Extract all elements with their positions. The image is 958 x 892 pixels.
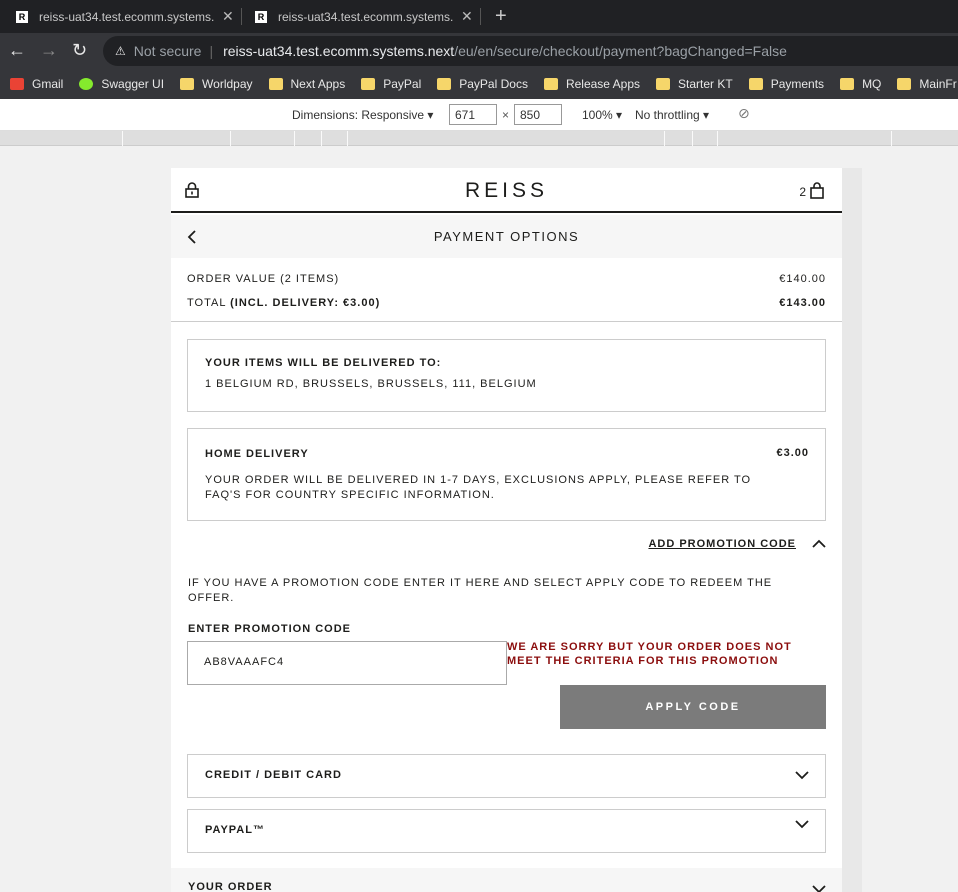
media-query-ruler xyxy=(0,131,958,146)
new-tab-icon[interactable]: + xyxy=(495,5,507,28)
security-label: Not secure xyxy=(133,43,202,59)
reiss-favicon-icon: R xyxy=(255,10,267,23)
bookmarks-bar: Gmail Swagger UI Worldpay Next Apps PayP… xyxy=(0,69,958,99)
total-value: €143.00 xyxy=(779,297,826,309)
chevron-down-icon xyxy=(812,885,826,892)
forward-icon[interactable]: → xyxy=(40,40,58,61)
browser-tab-1[interactable]: R reiss-uat34.test.ecomm.systems.n ✕ xyxy=(16,0,234,33)
folder-icon xyxy=(361,78,376,90)
back-icon[interactable]: ← xyxy=(8,40,26,61)
gmail-icon xyxy=(10,78,24,90)
payment-method-card[interactable]: CREDIT / DEBIT CARD xyxy=(187,754,826,798)
order-summary: ORDER VALUE (2 ITEMS) €140.00 TOTAL (INC… xyxy=(171,258,842,322)
promo-code-label: ENTER PROMOTION CODE xyxy=(188,623,352,635)
zoom-select[interactable]: 100% ▾ xyxy=(582,108,622,122)
home-delivery-price: €3.00 xyxy=(776,447,809,459)
site-header: REISS 2 xyxy=(171,168,842,213)
browser-tab-2[interactable]: R reiss-uat34.test.ecomm.systems.n ✕ xyxy=(255,0,473,33)
device-height-input[interactable]: 850 xyxy=(514,104,562,125)
bookmark-swagger[interactable]: Swagger UI xyxy=(79,77,164,91)
bag-count: 2 xyxy=(799,185,806,199)
folder-icon xyxy=(897,78,912,90)
chevron-down-icon xyxy=(795,820,809,829)
bookmark-next-apps[interactable]: Next Apps xyxy=(268,77,345,91)
home-delivery-heading: HOME DELIVERY xyxy=(205,448,309,460)
rotate-icon[interactable]: ⊘ xyxy=(738,105,750,122)
tab-title: reiss-uat34.test.ecomm.systems.n xyxy=(39,9,214,24)
order-value-label: ORDER VALUE (2 ITEMS) xyxy=(187,273,340,285)
close-tab-icon[interactable]: ✕ xyxy=(222,8,234,25)
browser-toolbar: ← → ↻ ⚠ Not secure | reiss-uat34.test.ec… xyxy=(0,33,958,69)
reload-icon[interactable]: ↻ xyxy=(72,40,87,61)
order-value: €140.00 xyxy=(779,273,826,285)
folder-icon xyxy=(543,78,558,90)
dimensions-select[interactable]: Dimensions: Responsive ▾ xyxy=(292,108,433,122)
home-delivery-card[interactable]: HOME DELIVERY €3.00 YOUR ORDER WILL BE D… xyxy=(187,428,826,521)
bookmark-worldpay[interactable]: Worldpay xyxy=(180,77,253,91)
url-path: /eu/en/secure/checkout/payment?bagChange… xyxy=(454,43,787,59)
page-viewport: REISS 2 PAYMENT OPTIONS ORDER VALUE (2 I… xyxy=(171,168,842,892)
promo-code-input[interactable]: AB8VAAAFC4 xyxy=(187,641,507,685)
device-toolbar: Dimensions: Responsive ▾ 671 × 850 100% … xyxy=(0,99,958,131)
folder-icon xyxy=(437,78,452,90)
bookmark-release-apps[interactable]: Release Apps xyxy=(543,77,640,91)
tab-title: reiss-uat34.test.ecomm.systems.n xyxy=(278,9,453,24)
chevron-up-icon[interactable] xyxy=(812,539,826,549)
folder-icon xyxy=(268,78,283,90)
your-order-section[interactable]: YOUR ORDER xyxy=(171,868,842,892)
browser-tab-bar: R reiss-uat34.test.ecomm.systems.n ✕ R r… xyxy=(0,0,958,33)
promo-info-text: IF YOU HAVE A PROMOTION CODE ENTER IT HE… xyxy=(188,577,773,604)
payment-method-label: PAYPAL™ xyxy=(205,824,265,836)
folder-icon xyxy=(840,78,855,90)
chevron-down-icon xyxy=(795,771,809,780)
delivery-address-card: YOUR ITEMS WILL BE DELIVERED TO: 1 BELGI… xyxy=(187,339,826,412)
delivery-address: 1 BELGIUM RD, BRUSSELS, BRUSSELS, 111, B… xyxy=(205,378,537,390)
your-order-label: YOUR ORDER xyxy=(188,881,273,892)
folder-icon xyxy=(748,78,763,90)
bookmark-gmail[interactable]: Gmail xyxy=(10,77,63,91)
swagger-icon xyxy=(79,78,94,90)
bookmark-starter-kt[interactable]: Starter KT xyxy=(656,77,733,91)
reiss-favicon-icon: R xyxy=(16,10,28,23)
close-tab-icon[interactable]: ✕ xyxy=(461,8,473,25)
total-label: TOTAL xyxy=(187,297,227,309)
payment-method-label: CREDIT / DEBIT CARD xyxy=(205,769,342,781)
bookmark-mainfr[interactable]: MainFr xyxy=(897,77,957,91)
address-bar[interactable]: ⚠ Not secure | reiss-uat34.test.ecomm.sy… xyxy=(103,36,958,66)
home-delivery-text: YOUR ORDER WILL BE DELIVERED IN 1-7 DAYS… xyxy=(205,474,752,501)
bookmark-payments[interactable]: Payments xyxy=(748,77,824,91)
throttling-select[interactable]: No throttling ▾ xyxy=(635,108,709,122)
folder-icon xyxy=(656,78,671,90)
page-title: PAYMENT OPTIONS xyxy=(433,229,580,244)
url-host: reiss-uat34.test.ecomm.systems.next xyxy=(223,43,455,59)
brand-logo[interactable]: REISS xyxy=(171,179,842,203)
bookmark-paypal[interactable]: PayPal xyxy=(361,77,421,91)
bookmark-paypal-docs[interactable]: PayPal Docs xyxy=(437,77,528,91)
bookmark-mq[interactable]: MQ xyxy=(840,77,881,91)
bag-button[interactable]: 2 xyxy=(799,182,824,199)
bag-icon xyxy=(810,182,824,199)
page-title-bar: PAYMENT OPTIONS xyxy=(171,215,842,258)
total-delivery-detail: (INCL. DELIVERY: €3.00) xyxy=(230,297,381,309)
delivery-address-heading: YOUR ITEMS WILL BE DELIVERED TO: xyxy=(205,357,442,369)
payment-method-paypal[interactable]: PAYPAL™ xyxy=(187,809,826,853)
add-promotion-code-link[interactable]: ADD PROMOTION CODE xyxy=(648,538,796,550)
apply-code-button[interactable]: APPLY CODE xyxy=(560,685,826,729)
promo-error-message: WE ARE SORRY BUT YOUR ORDER DOES NOT MEE… xyxy=(507,641,792,667)
warning-icon: ⚠ xyxy=(115,44,126,58)
device-width-input[interactable]: 671 xyxy=(449,104,497,125)
folder-icon xyxy=(180,78,195,90)
